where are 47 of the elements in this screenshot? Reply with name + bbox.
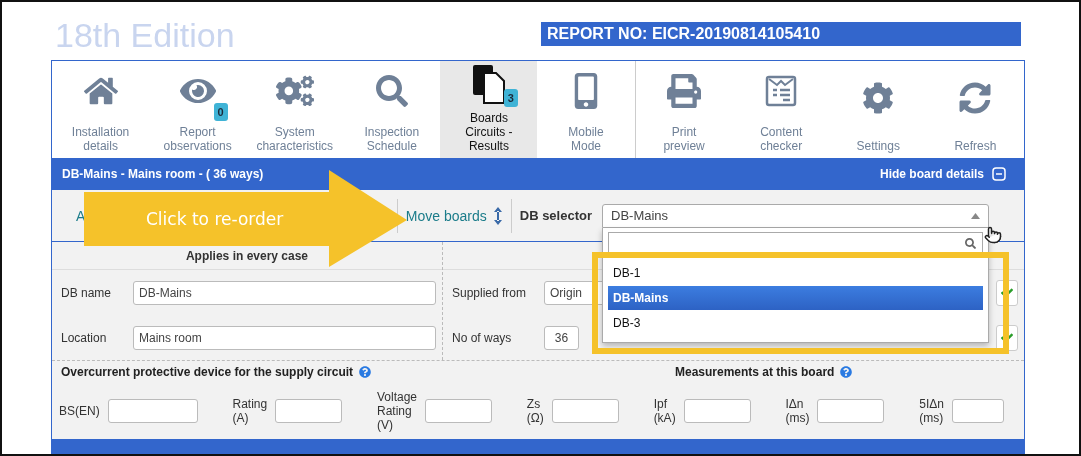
db-selector-dropdown[interactable]: DB-Mains bbox=[602, 203, 989, 228]
field-label: Ipf (kA) bbox=[653, 397, 676, 425]
field-label: Location bbox=[61, 330, 108, 345]
text-field[interactable]: Mains room bbox=[133, 325, 436, 350]
field-label: No of ways bbox=[452, 330, 513, 345]
up-down-arrow-icon bbox=[492, 205, 503, 226]
field-label: DB name bbox=[61, 285, 113, 300]
printer-icon bbox=[667, 74, 702, 108]
text-field[interactable]: DB-Mains bbox=[133, 280, 436, 305]
text-field[interactable] bbox=[817, 399, 885, 423]
text-field[interactable] bbox=[683, 399, 751, 423]
caret-icon bbox=[971, 212, 980, 219]
search-icon bbox=[965, 237, 976, 249]
field-label: Voltage Rating (V) bbox=[377, 390, 418, 432]
search-icon bbox=[375, 75, 408, 107]
dropdown-option[interactable]: DB-Mains bbox=[608, 285, 983, 310]
section-heading: Overcurrent protective device for the supply circuit bbox=[61, 365, 354, 379]
field-label: 5IΔn (ms) bbox=[919, 397, 944, 425]
settings-icon bbox=[862, 82, 895, 114]
refresh-icon bbox=[959, 82, 992, 114]
field-label: IΔn (ms) bbox=[785, 397, 810, 425]
move-boards-link[interactable]: Move boards bbox=[405, 207, 487, 224]
text-field[interactable] bbox=[107, 399, 198, 423]
help-icon[interactable] bbox=[359, 366, 372, 378]
db-selector-label: DB selector bbox=[519, 208, 592, 223]
text-field[interactable] bbox=[425, 399, 493, 423]
search-field[interactable] bbox=[608, 231, 983, 255]
toolbar-button[interactable]: 3 Boards Circuits - Results bbox=[440, 61, 538, 158]
collapse-icon bbox=[992, 167, 1006, 181]
field-label: Rating (A) bbox=[232, 397, 268, 425]
field-label: BS(EN) bbox=[59, 404, 100, 418]
hide-details-button[interactable]: Hide board details bbox=[879, 167, 1006, 181]
callout-text: Click to re-order bbox=[146, 209, 284, 229]
text-field[interactable]: 36 bbox=[544, 325, 579, 350]
field-label: Zs (Ω) bbox=[526, 397, 544, 425]
text-field[interactable] bbox=[275, 399, 343, 423]
help-icon[interactable] bbox=[840, 366, 853, 378]
count-badge: 0 bbox=[213, 103, 228, 121]
board-title: DB-Mains - Mains room - ( 36 ways) bbox=[62, 167, 264, 181]
checklist-icon bbox=[765, 75, 798, 107]
text-field[interactable] bbox=[951, 399, 1004, 423]
documents-icon bbox=[471, 64, 506, 104]
section-heading: Measurements at this board bbox=[675, 365, 835, 379]
field-label: Supplied from bbox=[452, 285, 528, 300]
dropdown-option[interactable]: DB-3 bbox=[608, 310, 983, 335]
report-number: REPORT NO: EICR-20190814105410 bbox=[541, 22, 1021, 46]
text-field[interactable] bbox=[551, 399, 619, 423]
